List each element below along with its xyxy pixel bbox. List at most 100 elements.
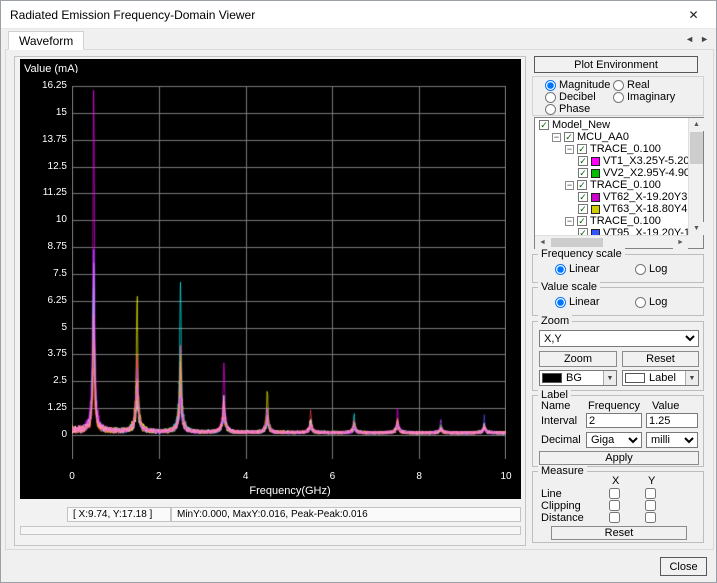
radio-magnitude[interactable]: Magnitude [545,79,610,91]
radio-magnitude-input[interactable] [545,80,556,91]
radio-real[interactable]: Real [613,79,650,91]
checkbox-icon[interactable]: ✓ [578,156,588,166]
y-tick-label: 3.75 [20,348,67,359]
dropdown-icon[interactable]: ▼ [685,371,698,385]
measure-reset-button[interactable]: Reset [551,526,687,540]
plot-hscrollbar[interactable] [20,526,521,535]
measure-group-title: Measure [538,465,587,477]
tree-item[interactable]: ✓ VT1_X3.25Y-5.20 [535,155,688,167]
checkbox-icon[interactable]: ✓ [564,132,574,142]
radio-value-log[interactable]: Log [635,296,667,308]
radio-decibel[interactable]: Decibel [545,91,596,103]
tree-vscrollbar[interactable]: ▲ ▼ [688,118,703,235]
radio-magnitude-label: Magnitude [559,79,610,91]
line-y-checkbox[interactable] [645,488,656,499]
hscroll-thumb[interactable] [551,238,603,247]
tab-scroll-right-icon[interactable]: ► [700,34,709,44]
tab-waveform-label: Waveform [19,34,73,48]
radio-decibel-input[interactable] [545,92,556,103]
interval-frequency-input[interactable] [586,413,642,428]
checkbox-icon[interactable]: ✓ [578,192,588,202]
collapse-icon[interactable]: − [565,145,574,154]
checkbox-icon[interactable]: ✓ [578,228,588,235]
plot-area[interactable]: Value (mA) Frequency(GHz) 16.251513.7512… [20,59,521,499]
distance-y-checkbox[interactable] [645,512,656,523]
radio-frequency-log-input[interactable] [635,264,646,275]
color-swatch [591,157,600,166]
dialog-window: Radiated Emission Frequency-Domain Viewe… [0,0,717,583]
tree-item-label: VT1_X3.25Y-5.20 [603,155,688,167]
scroll-up-icon[interactable]: ▲ [689,118,704,131]
x-tick-label: 8 [409,471,429,482]
clipping-x-checkbox[interactable] [609,500,620,511]
title-bar[interactable]: Radiated Emission Frequency-Domain Viewe… [1,1,716,29]
tree-item[interactable]: −✓TRACE_0.100 [535,215,688,227]
bg-color-swatch [542,373,562,383]
tree-item-label: TRACE_0.100 [590,215,661,227]
tree-item[interactable]: ✓VT62_X-19.20Y3.6 [535,191,688,203]
label-color-picker[interactable]: Label ▼ [622,370,699,386]
plot-environment-button[interactable]: Plot Environment [534,56,698,73]
collapse-icon[interactable]: − [552,133,561,142]
zoom-button[interactable]: Zoom [539,351,617,367]
zoom-reset-button[interactable]: Reset [622,351,699,367]
dropdown-icon[interactable]: ▼ [603,371,616,385]
radio-phase[interactable]: Phase [545,103,590,115]
close-button[interactable]: Close [660,557,707,576]
radio-imaginary[interactable]: Imaginary [613,91,675,103]
checkbox-icon[interactable]: ✓ [578,204,588,214]
tree-item[interactable]: −✓TRACE_0.100 [535,143,688,155]
y-tick-label: 16.25 [20,80,67,91]
tree-item[interactable]: ✓ VT95_X-19.20Y-16 [535,227,688,235]
x-tick-label: 0 [62,471,82,482]
vscroll-thumb[interactable] [690,132,703,164]
radio-frequency-log[interactable]: Log [635,263,667,275]
collapse-icon[interactable]: − [565,217,574,226]
tree-hscrollbar[interactable]: ◄ ► [535,235,688,248]
tab-waveform[interactable]: Waveform [8,31,84,50]
window-close-button[interactable]: ✕ [671,1,716,29]
radio-phase-input[interactable] [545,104,556,115]
x-tick-label: 4 [236,471,256,482]
radio-value-linear[interactable]: Linear [555,296,600,308]
clipping-y-checkbox[interactable] [645,500,656,511]
spectrum-canvas[interactable] [72,73,506,459]
distance-x-checkbox[interactable] [609,512,620,523]
tree-item[interactable]: −✓TRACE_0.100 [535,179,688,191]
decimal-frequency-select[interactable]: Giga [586,432,642,448]
radio-imaginary-input[interactable] [613,92,624,103]
checkbox-icon[interactable]: ✓ [577,144,587,154]
checkbox-icon[interactable]: ✓ [578,168,588,178]
tree-item[interactable]: ✓VV2_X2.95Y-4.90 [535,167,688,179]
radio-real-input[interactable] [613,80,624,91]
checkbox-icon[interactable]: ✓ [577,216,587,226]
radio-value-log-input[interactable] [635,297,646,308]
checkbox-icon[interactable]: ✓ [539,120,549,130]
radio-value-linear-input[interactable] [555,297,566,308]
tab-scroll-left-icon[interactable]: ◄ [685,34,694,44]
radio-frequency-linear[interactable]: Linear [555,263,600,275]
tree-item[interactable]: ✓VT63_X-18.80Y4.0 [535,203,688,215]
bg-color-label: BG [566,372,603,384]
line-x-checkbox[interactable] [609,488,620,499]
radio-frequency-linear-input[interactable] [555,264,566,275]
measure-col-y: Y [648,475,655,487]
tree-item[interactable]: −✓MCU_AA0 [535,131,688,143]
scroll-right-icon[interactable]: ► [673,236,688,249]
tree-item[interactable]: ✓Model_New [535,119,688,131]
y-tick-label: 7.5 [20,268,67,279]
bg-color-picker[interactable]: BG ▼ [539,370,617,386]
tree-item-label: VT95_X-19.20Y-16 [603,227,688,235]
x-tick-label: 2 [149,471,169,482]
plot-environment-label: Plot Environment [574,59,658,71]
decimal-value-select[interactable]: milli [646,432,698,448]
frequency-linear-label: Linear [569,263,600,275]
zoom-axis-select[interactable]: X,Y [539,330,699,347]
checkbox-icon[interactable]: ✓ [577,180,587,190]
trace-tree[interactable]: ✓Model_New−✓MCU_AA0−✓TRACE_0.100✓VT1_X3.… [534,117,704,249]
apply-button[interactable]: Apply [539,451,699,465]
color-swatch [591,193,600,202]
collapse-icon[interactable]: − [565,181,574,190]
interval-value-input[interactable] [646,413,698,428]
scroll-down-icon[interactable]: ▼ [689,222,704,235]
